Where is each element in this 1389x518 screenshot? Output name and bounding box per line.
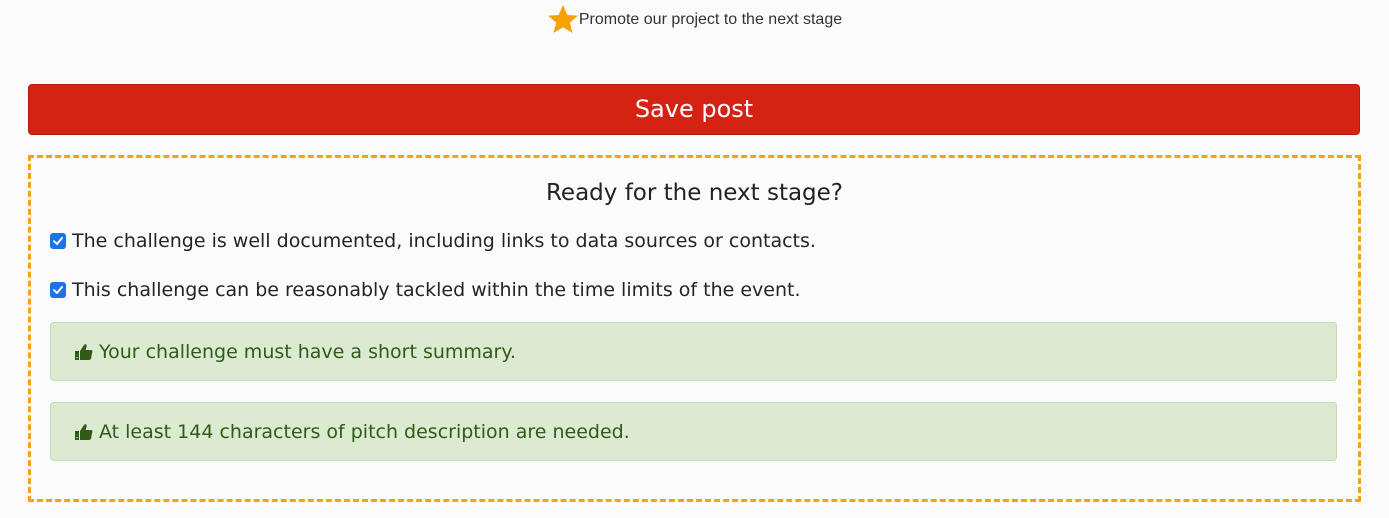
- save-post-button[interactable]: Save post: [28, 84, 1360, 135]
- checkbox-checked[interactable]: [50, 233, 66, 249]
- checklist-item-label: The challenge is well documented, includ…: [72, 230, 816, 252]
- checklist-item-documented[interactable]: The challenge is well documented, includ…: [50, 230, 816, 252]
- checklist-item-label: This challenge can be reasonably tackled…: [72, 279, 801, 301]
- star-icon: [547, 4, 579, 36]
- alert-text: Your challenge must have a short summary…: [99, 340, 516, 363]
- checklist-item-time-limits[interactable]: This challenge can be reasonably tackled…: [50, 279, 801, 301]
- checkbox-checked[interactable]: [50, 282, 66, 298]
- thumbs-up-icon: [74, 342, 94, 362]
- success-alert-pitch-length: At least 144 characters of pitch descrip…: [50, 402, 1337, 461]
- promote-label: Promote our project to the next stage: [578, 11, 843, 28]
- thumbs-up-icon: [74, 422, 94, 442]
- promote-link[interactable]: Promote our project to the next stage: [0, 4, 1389, 36]
- checklist-title: Ready for the next stage?: [545, 180, 844, 206]
- stage-checklist-panel: Ready for the next stage? The challenge …: [28, 155, 1361, 502]
- success-alert-summary: Your challenge must have a short summary…: [50, 322, 1337, 381]
- alert-text: At least 144 characters of pitch descrip…: [99, 420, 630, 443]
